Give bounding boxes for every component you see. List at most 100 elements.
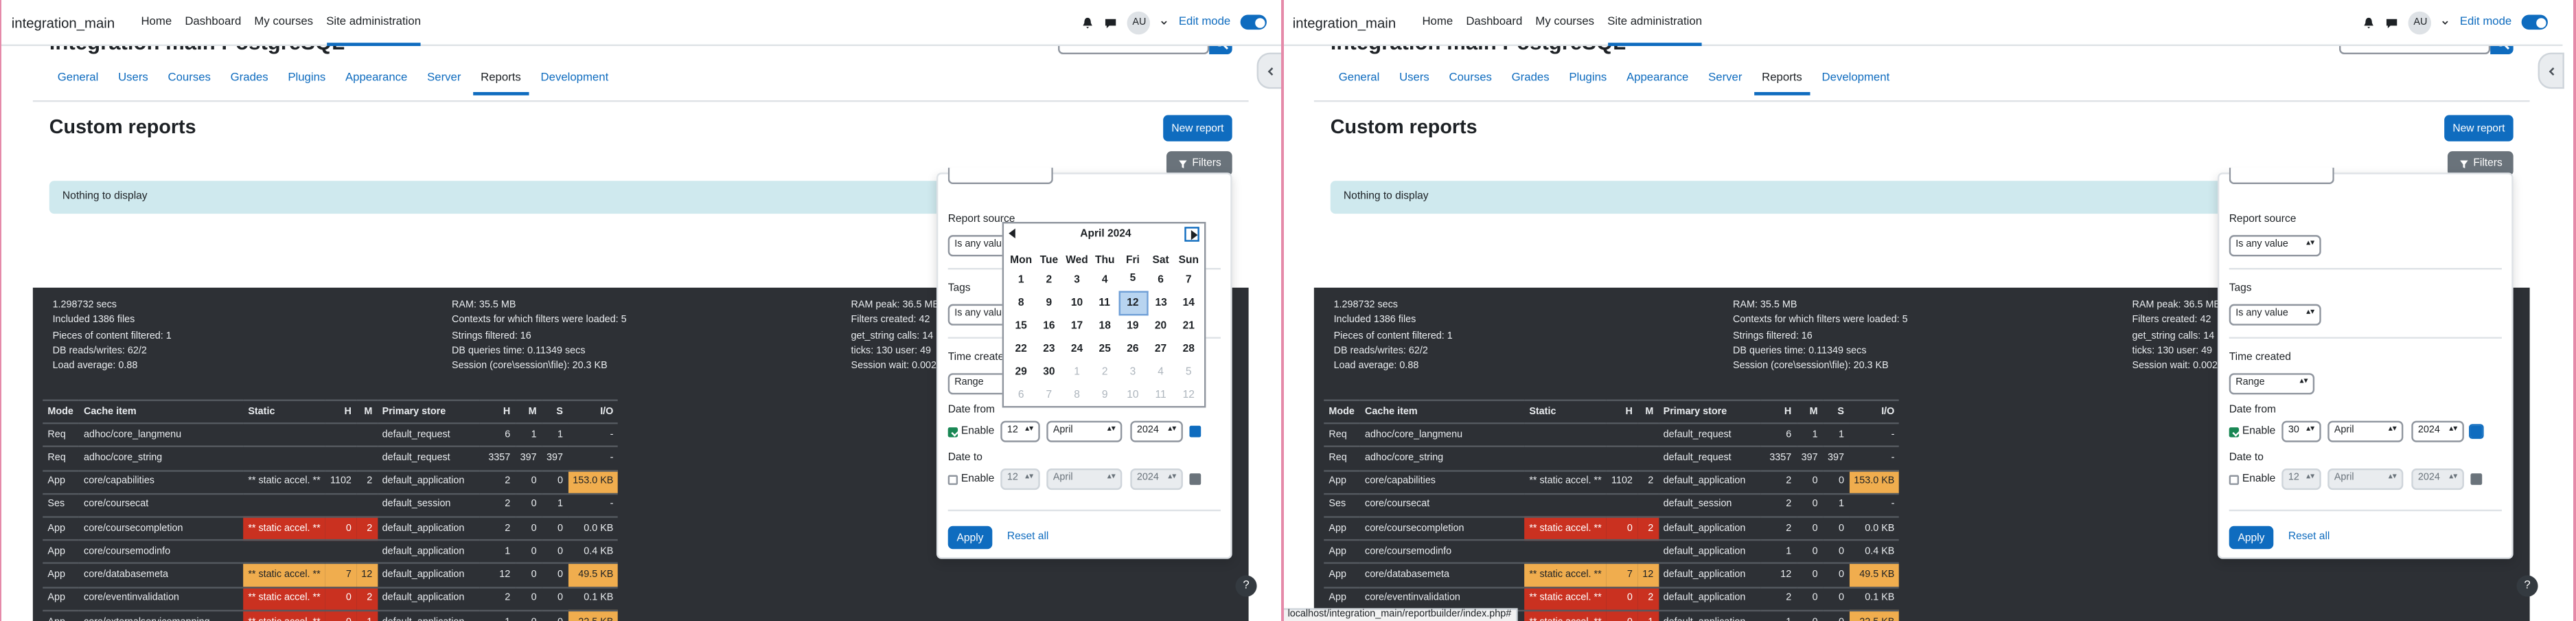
calendar-day[interactable]: 1	[1007, 268, 1035, 291]
date-from-enable-checkbox[interactable]	[2229, 427, 2240, 438]
chat-icon[interactable]	[1105, 16, 1118, 29]
nav-my-courses[interactable]: My courses	[1535, 0, 1594, 45]
help-button[interactable]: ?	[1235, 575, 1257, 597]
calendar-day[interactable]: 8	[1063, 383, 1091, 407]
tab-courses[interactable]: Courses	[1441, 69, 1500, 94]
calendar-day[interactable]: 30	[1035, 360, 1063, 383]
apply-button[interactable]: Apply	[947, 526, 993, 550]
calendar-day[interactable]: 28	[1175, 337, 1203, 361]
calendar-day[interactable]: 18	[1091, 314, 1119, 337]
tab-courses[interactable]: Courses	[160, 69, 219, 94]
avatar[interactable]: AU	[1127, 10, 1151, 34]
calendar-day[interactable]: 14	[1175, 291, 1203, 315]
time-created-select[interactable]: Range ▴▾	[2229, 373, 2315, 395]
chat-icon[interactable]	[2386, 16, 2399, 29]
calendar-icon[interactable]	[2469, 424, 2484, 439]
calendar-day[interactable]: 11	[1091, 291, 1119, 315]
date-from-month-select[interactable]: April ▴▾	[2327, 420, 2404, 442]
calendar-day[interactable]: 20	[1147, 314, 1175, 337]
tab-appearance[interactable]: Appearance	[1618, 69, 1697, 94]
tab-users[interactable]: Users	[1391, 69, 1438, 94]
calendar-day[interactable]: 25	[1091, 337, 1119, 361]
calendar-day[interactable]: 12	[1118, 290, 1148, 315]
calendar-day[interactable]: 7	[1035, 383, 1063, 407]
calendar-day[interactable]: 15	[1007, 314, 1035, 337]
nav-dashboard[interactable]: Dashboard	[185, 0, 241, 45]
calendar-day[interactable]: 27	[1147, 337, 1175, 361]
calendar-day[interactable]: 2	[1035, 268, 1063, 291]
calendar-day[interactable]: 19	[1119, 314, 1147, 337]
calendar-day[interactable]: 23	[1035, 337, 1063, 361]
date-from-year-select[interactable]: 2024 ▴▾	[1130, 420, 1183, 442]
calendar-day[interactable]: 29	[1007, 360, 1035, 383]
calendar-day[interactable]: 24	[1063, 337, 1091, 361]
tab-reports[interactable]: Reports	[472, 69, 529, 95]
nav-home[interactable]: Home	[1422, 0, 1453, 45]
calendar-day[interactable]: 6	[1007, 383, 1035, 407]
block-drawer-toggle[interactable]	[2538, 52, 2564, 89]
date-to-enable-checkbox[interactable]	[947, 475, 958, 485]
filter-select-clipped[interactable]	[947, 168, 1053, 185]
calendar-day[interactable]: 13	[1147, 291, 1175, 315]
tab-appearance[interactable]: Appearance	[337, 69, 415, 94]
nav-my-courses[interactable]: My courses	[254, 0, 313, 45]
block-drawer-toggle[interactable]	[1256, 52, 1281, 89]
tab-general[interactable]: General	[49, 69, 107, 94]
calendar-day[interactable]: 17	[1063, 314, 1091, 337]
chevron-down-icon[interactable]	[1161, 16, 1169, 29]
tab-development[interactable]: Development	[1814, 69, 1898, 94]
calendar-day[interactable]: 4	[1091, 268, 1119, 291]
calendar-day[interactable]: 6	[1147, 268, 1175, 291]
calendar-day[interactable]: 1	[1063, 360, 1091, 383]
edit-mode-toggle[interactable]	[2521, 14, 2548, 30]
site-brand[interactable]: integration_main	[12, 14, 115, 30]
edit-mode-toggle[interactable]	[1240, 14, 1267, 30]
report-source-select[interactable]: Is any value ▴▾	[2229, 235, 2321, 257]
date-from-enable-checkbox[interactable]	[947, 427, 958, 438]
nav-home[interactable]: Home	[141, 0, 172, 45]
avatar[interactable]: AU	[2408, 10, 2433, 34]
nav-site-administration[interactable]: Site administration	[326, 0, 421, 45]
calendar-day[interactable]: 5	[1119, 268, 1147, 291]
bell-icon[interactable]	[2363, 16, 2376, 29]
chevron-down-icon[interactable]	[2442, 16, 2450, 29]
calendar-day[interactable]: 16	[1035, 314, 1063, 337]
tab-server[interactable]: Server	[419, 69, 469, 94]
calendar-day[interactable]: 3	[1063, 268, 1091, 291]
tab-reports[interactable]: Reports	[1753, 69, 1810, 95]
bell-icon[interactable]	[1082, 16, 1095, 29]
apply-button[interactable]: Apply	[2229, 526, 2274, 550]
tab-grades[interactable]: Grades	[222, 69, 277, 94]
new-report-button[interactable]: New report	[2444, 115, 2514, 142]
reset-all-link[interactable]: Reset all	[2288, 531, 2330, 543]
calendar-day[interactable]: 10	[1119, 383, 1147, 407]
calendar-day[interactable]: 12	[1175, 383, 1203, 407]
reset-all-link[interactable]: Reset all	[1007, 531, 1049, 543]
date-from-month-select[interactable]: April ▴▾	[1046, 420, 1123, 442]
calendar-day[interactable]: 2	[1091, 360, 1119, 383]
calendar-day[interactable]: 5	[1175, 360, 1203, 383]
date-to-enable-checkbox[interactable]	[2229, 475, 2240, 485]
tab-general[interactable]: General	[1331, 69, 1388, 94]
calendar-icon[interactable]	[1189, 425, 1201, 438]
calendar-day[interactable]: 9	[1035, 291, 1063, 315]
date-from-day-select[interactable]: 30 ▴▾	[2281, 420, 2321, 442]
tags-select[interactable]: Is any value ▴▾	[2229, 304, 2321, 326]
tab-server[interactable]: Server	[1700, 69, 1750, 94]
tab-users[interactable]: Users	[110, 69, 157, 94]
next-month-button[interactable]	[1184, 227, 1199, 242]
calendar-day[interactable]: 8	[1007, 291, 1035, 315]
calendar-day[interactable]: 11	[1147, 383, 1175, 407]
nav-site-administration[interactable]: Site administration	[1607, 0, 1702, 45]
date-from-day-select[interactable]: 12 ▴▾	[1000, 420, 1040, 442]
calendar-day[interactable]: 3	[1119, 360, 1147, 383]
calendar-day[interactable]: 10	[1063, 291, 1091, 315]
calendar-day[interactable]: 7	[1175, 268, 1203, 291]
tab-grades[interactable]: Grades	[1504, 69, 1558, 94]
help-button[interactable]: ?	[2516, 575, 2538, 597]
calendar-day[interactable]: 9	[1091, 383, 1119, 407]
nav-dashboard[interactable]: Dashboard	[1466, 0, 1522, 45]
calendar-day[interactable]: 21	[1175, 314, 1203, 337]
new-report-button[interactable]: New report	[1163, 115, 1232, 142]
calendar-day[interactable]: 4	[1147, 360, 1175, 383]
